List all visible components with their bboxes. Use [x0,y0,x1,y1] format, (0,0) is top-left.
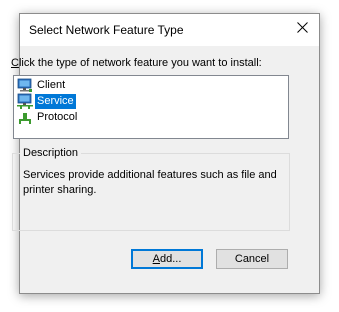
list-item-service[interactable]: Service [17,92,77,110]
add-button[interactable]: Add... [131,249,203,269]
description-text: Services provide additional features suc… [23,169,277,196]
client-computer-icon [17,77,33,93]
list-item-label: Service [34,92,77,110]
cancel-button[interactable]: Cancel [216,249,288,269]
protocol-icon [17,109,33,125]
list-item-protocol[interactable]: Protocol [17,109,79,125]
list-item-label: Client [37,78,66,91]
list-item-client[interactable]: Client [17,77,67,93]
dialog-title: Select Network Feature Type [29,23,184,37]
instruction-accesskey: C [11,57,19,69]
add-accesskey: A [152,253,160,265]
list-item-label: Protocol [37,110,78,123]
close-button[interactable] [285,14,319,44]
close-icon [296,20,308,38]
instruction-label: Click the type of network feature you wa… [11,57,262,69]
instruction-text: lick the type of network feature you wan… [18,57,262,69]
add-label: dd... [159,253,182,265]
description-legend: Description [20,147,82,159]
service-network-icon [17,93,33,109]
feature-type-listbox[interactable]: Client Service Protocol [13,75,289,139]
title-bar: Select Network Feature Type [20,14,319,46]
